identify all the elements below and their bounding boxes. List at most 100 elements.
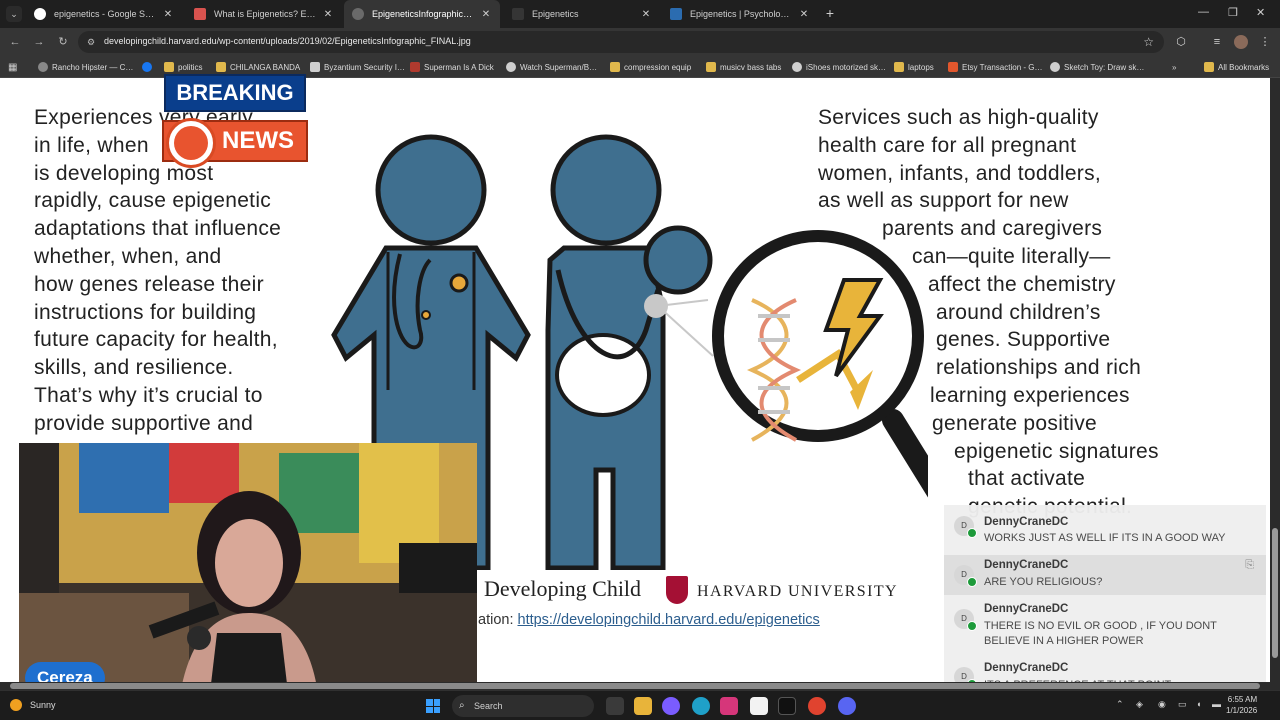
task-view-icon[interactable]	[606, 697, 624, 715]
tab-label: epigenetics - Google Search	[54, 9, 156, 19]
bookmark-superman[interactable]: Superman Is A Dick	[410, 61, 494, 73]
bookmark-label: Watch Superman/B…	[520, 62, 598, 72]
forward-icon[interactable]: →	[32, 35, 46, 49]
x-icon[interactable]	[778, 697, 796, 715]
back-icon[interactable]: ←	[8, 35, 22, 49]
tab-label: Epigenetics	[532, 9, 579, 19]
discord-icon[interactable]	[838, 697, 856, 715]
tab-what-is-epigenetics[interactable]: What is Epigenetics? Experien… ✕	[186, 0, 342, 28]
extensions-icon[interactable]: ⬡	[1174, 35, 1188, 49]
address-bar[interactable]: ⚙ developingchild.harvard.edu/wp-content…	[78, 31, 1164, 53]
tray-app-icon[interactable]: ◈	[1136, 699, 1143, 710]
bookmark-rancho-hipster[interactable]: Rancho Hipster — C…	[38, 61, 133, 73]
new-tab-button[interactable]: +	[822, 5, 838, 21]
tab-psychology-today[interactable]: Epigenetics | Psychology Today ✕	[662, 0, 818, 28]
chrome-icon[interactable]	[808, 697, 826, 715]
bookmark-musicv[interactable]: musicv bass tabs	[706, 61, 781, 73]
more-bookmarks-icon[interactable]: »	[1172, 61, 1176, 73]
tab-label: Epigenetics | Psychology Today	[690, 9, 792, 19]
weather-widget[interactable]: Sunny	[10, 699, 56, 711]
profile-avatar[interactable]	[1234, 35, 1248, 49]
vertical-scrollbar[interactable]	[1270, 78, 1280, 682]
close-tab-icon[interactable]: ✕	[640, 9, 652, 20]
apps-icon[interactable]: ▦	[8, 61, 17, 73]
close-tab-icon[interactable]: ✕	[162, 9, 174, 20]
harvard-shield-icon	[666, 576, 688, 604]
reply-icon[interactable]: ⎘	[1245, 559, 1254, 572]
scrollbar-thumb[interactable]	[10, 683, 1260, 689]
left-text-line: adaptations that influence	[34, 217, 282, 241]
clock[interactable]: 6:55 AM 1/1/2026	[1226, 694, 1257, 716]
left-text-line: instructions for building	[34, 300, 257, 324]
globe-map-icon	[174, 126, 208, 160]
bookmark-compression-equip[interactable]: compression equip	[610, 61, 691, 73]
bookmark-facebook[interactable]	[142, 61, 156, 73]
taskbar: Sunny ⌕ Search ⌃ ◈ ◉ ▭ ◖ ▬ 6:55 AM 1/1/202…	[0, 690, 1280, 720]
restore-icon[interactable]: ❐	[1228, 6, 1238, 19]
tab-google-search[interactable]: epigenetics - Google Search ✕	[26, 0, 182, 28]
close-window-icon[interactable]: ✕	[1256, 6, 1265, 19]
left-text-line: provide supportive and	[34, 411, 254, 435]
amazon-icon[interactable]	[750, 697, 768, 715]
chat-text: WORKS JUST AS WELL IF ITS IN A GOOD WAY	[984, 532, 1226, 544]
bookmark-label: musicv bass tabs	[720, 62, 782, 72]
menu-icon[interactable]: ⋮	[1258, 35, 1272, 49]
bookmark-all-bookmarks[interactable]: All Bookmarks	[1204, 61, 1269, 73]
tab-label: What is Epigenetics? Experien…	[214, 9, 316, 19]
site-info-icon[interactable]: ⚙	[87, 37, 97, 47]
copilot-icon[interactable]	[662, 697, 680, 715]
scrollbar-thumb[interactable]	[1272, 528, 1278, 658]
chat-text: ARE YOU RELIGIOUS?	[984, 576, 1103, 588]
bookmark-sketch-toy[interactable]: Sketch Toy: Draw sk…	[1050, 61, 1144, 73]
close-tab-icon[interactable]: ✕	[322, 9, 334, 20]
globe-icon	[352, 8, 364, 20]
edge-icon[interactable]	[692, 697, 710, 715]
close-tab-icon[interactable]: ✕	[798, 9, 810, 20]
tab-strip: ⌄ epigenetics - Google Search ✕ What is …	[0, 0, 1280, 28]
bookmark-chilanga-banda[interactable]: CHILANGA BANDA	[216, 61, 300, 73]
google-icon	[34, 8, 46, 20]
battery-icon[interactable]: ▬	[1212, 699, 1221, 709]
globe-icon	[38, 62, 48, 72]
horizontal-scrollbar[interactable]	[0, 682, 1280, 690]
bookmark-label: CHILANGA BANDA	[230, 62, 301, 72]
developing-child-logo: Developing Child	[484, 576, 642, 601]
volume-icon[interactable]: ◖	[1196, 699, 1201, 709]
globe-icon	[506, 62, 516, 72]
file-explorer-icon[interactable]	[634, 697, 652, 715]
left-text-line: how genes release their	[34, 272, 264, 296]
bookmark-label: All Bookmarks	[1218, 62, 1270, 72]
media-icon[interactable]: ≡	[1210, 35, 1224, 49]
bookmark-laptops[interactable]: laptops	[894, 61, 934, 73]
etsy-icon	[948, 62, 958, 72]
screen: ⌄ epigenetics - Google Search ✕ What is …	[0, 0, 1280, 720]
tray-app-icon[interactable]: ◉	[1158, 699, 1166, 710]
chat-username: DennyCraneDC	[984, 603, 1069, 615]
tab-infographic[interactable]: EpigeneticsInfographic_FINAL.jp ✕	[344, 0, 500, 28]
epigenetics-link[interactable]: https://developingchild.harvard.edu/epig…	[518, 612, 820, 628]
bookmark-etsy[interactable]: Etsy Transaction - G…	[948, 61, 1042, 73]
taskbar-search[interactable]: ⌕ Search	[452, 695, 594, 717]
network-icon[interactable]: ▭	[1178, 699, 1187, 710]
chat-message: D DennyCraneDC WORKS JUST AS WELL IF ITS…	[944, 505, 1266, 553]
close-tab-icon[interactable]: ✕	[480, 9, 492, 20]
bookmark-ishoes[interactable]: iShoes motorized sk…	[792, 61, 886, 73]
minimize-icon[interactable]: —	[1198, 6, 1209, 18]
weather-label: Sunny	[30, 700, 56, 710]
bookmark-star-icon[interactable]: ☆	[1143, 35, 1154, 49]
bookmark-label: politics	[178, 62, 203, 72]
search-icon: ⌕	[459, 700, 465, 711]
tab-epigenetics[interactable]: Epigenetics ✕	[504, 0, 660, 28]
instagram-icon[interactable]	[720, 697, 738, 715]
bookmark-byzantium[interactable]: Byzantium Security I…	[310, 61, 405, 73]
bookmark-politics[interactable]: politics	[164, 61, 202, 73]
start-button[interactable]	[426, 699, 440, 713]
bookmark-watch-superman[interactable]: Watch Superman/B…	[506, 61, 597, 73]
clock-time: 6:55 AM	[1227, 695, 1258, 704]
left-text-line: That’s why it’s crucial to	[34, 383, 263, 407]
reload-icon[interactable]: ↻	[56, 35, 70, 49]
bookmark-label: Superman Is A Dick	[424, 62, 494, 72]
bookmark-label: Rancho Hipster — C…	[52, 62, 134, 72]
tray-overflow-icon[interactable]: ⌃	[1116, 699, 1124, 710]
tab-search-icon[interactable]: ⌄	[6, 6, 22, 22]
